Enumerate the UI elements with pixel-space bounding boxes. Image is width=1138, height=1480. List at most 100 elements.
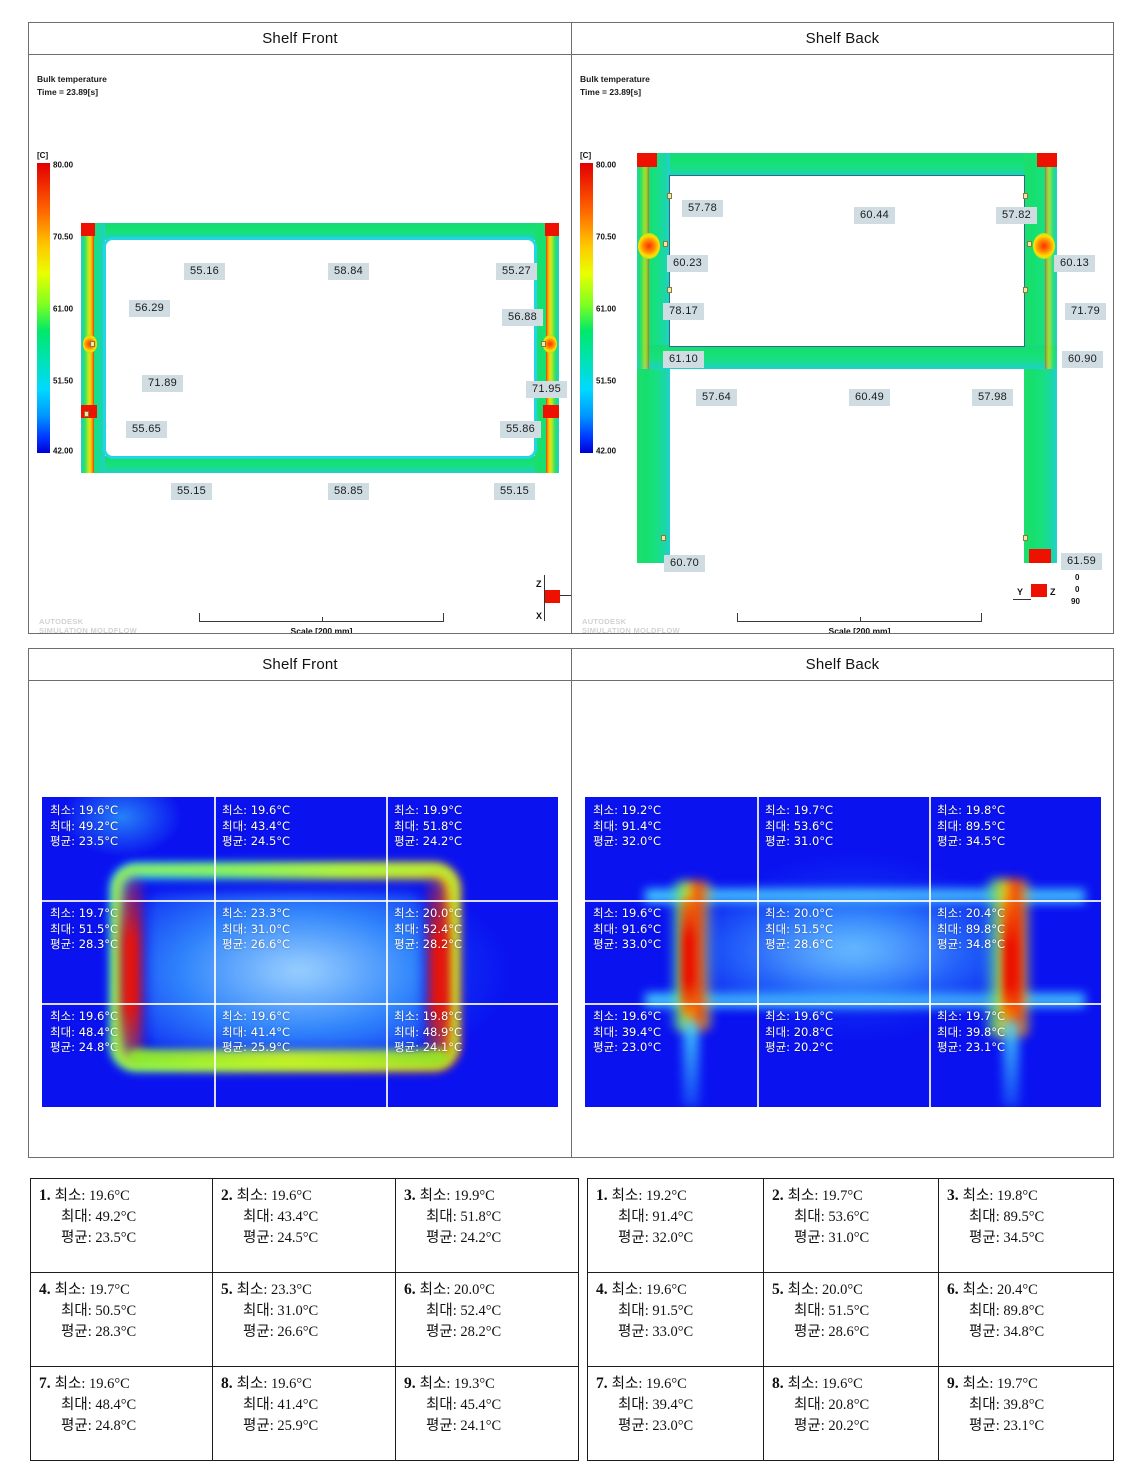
ir-label-max: 최대 (394, 921, 416, 936)
ir-value-min: 19.7°C (793, 803, 834, 817)
cell-label-max: 최대 (61, 1397, 88, 1413)
colorbar-tick-0: 80.00 (53, 160, 74, 170)
cell-label-avg: 평균 (243, 1418, 270, 1434)
probe-marker (90, 341, 95, 347)
cell-label-min: 최소 (611, 1282, 639, 1298)
ir-panel-title-back: Shelf Back (571, 649, 1113, 680)
cell-value-min: 19.6°C (270, 1376, 312, 1392)
cell-index: 6. (404, 1281, 416, 1298)
cell-value-avg: 24.5°C (277, 1230, 319, 1246)
cell-value-min: 19.9°C (453, 1188, 495, 1204)
cell-label-min: 최소 (419, 1282, 447, 1298)
cae-colorbar-back: [C] 80.00 70.50 61.00 51.50 42.00 (578, 151, 636, 456)
cell-label-min: 최소 (54, 1282, 82, 1298)
cell-value-min: 19.8°C (996, 1188, 1038, 1204)
ir-label-avg: 평균 (937, 834, 959, 848)
ir-value-min: 19.8°C (422, 1009, 463, 1023)
cell-label-max: 최대 (794, 1209, 821, 1225)
cell-value-max: 53.6°C (828, 1209, 870, 1225)
probe-marker (84, 411, 89, 417)
table-cell: 9. 최소: 19.7°C 최대: 39.8°C 평균: 23.1°C (938, 1366, 1114, 1461)
ir-value-max: 49.2°C (78, 818, 119, 833)
ir-value-min: 19.6°C (621, 906, 662, 920)
table-row: 7. 최소: 19.6°C 최대: 48.4°C 평균: 24.8°C 8. 최소:… (30, 1366, 579, 1461)
cell-label-avg: 평균 (794, 1230, 821, 1246)
ir-label-avg: 평균 (765, 834, 787, 848)
probe-label-left-upper: 60.23 (667, 255, 709, 272)
ir-value-min: 19.6°C (78, 1009, 119, 1023)
ir-label-min: 최소 (50, 906, 72, 920)
ir-label-min: 최소 (222, 1009, 244, 1023)
ir-label-avg: 평균 (394, 834, 416, 848)
cell-value-max: 39.8°C (1003, 1397, 1045, 1413)
ir-cell-1: 최소: 19.2°C 최대: 91.4°C 평균: 32.0°C (593, 803, 662, 848)
cell-label-max: 최대 (969, 1303, 996, 1319)
ir-cell-6: 최소: 20.4°C 최대: 89.8°C 평균: 34.8°C (937, 906, 1006, 951)
ir-value-max: 39.8°C (965, 1024, 1006, 1039)
cell-label-max: 최대 (618, 1209, 645, 1225)
ir-value-max: 41.4°C (250, 1024, 291, 1039)
ir-value-avg: 32.0°C (621, 834, 662, 848)
cell-index: 5. (772, 1281, 784, 1298)
cell-index: 7. (39, 1375, 51, 1392)
ir-value-max: 31.0°C (250, 921, 291, 936)
ir-value-min: 20.0°C (422, 906, 463, 920)
ir-value-max: 48.9°C (422, 1024, 463, 1039)
cae-caption-line2: Time = 23.89[s] (580, 87, 642, 97)
ir-value-min: 19.6°C (250, 803, 291, 817)
ir-label-min: 최소 (394, 1009, 416, 1023)
probe-marker (1023, 535, 1028, 541)
probe-label-leg-left: 60.70 (664, 555, 706, 572)
table-cell: 4. 최소: 19.6°C 최대: 91.5°C 평균: 33.0°C (587, 1272, 764, 1367)
orientation-triad-front: Z X Y 180 180 90 (534, 575, 571, 630)
cell-label-min: 최소 (54, 1188, 82, 1204)
table-cell: 2. 최소: 19.7°C 최대: 53.6°C 평균: 31.0°C (763, 1178, 939, 1273)
cell-label-max: 최대 (243, 1303, 270, 1319)
table-cell: 8. 최소: 19.6°C 최대: 20.8°C 평균: 20.2°C (763, 1366, 939, 1461)
cell-value-max: 91.4°C (652, 1209, 694, 1225)
ir-value-avg: 25.9°C (250, 1040, 291, 1054)
cell-value-min: 19.6°C (645, 1376, 687, 1392)
ir-label-avg: 평균 (222, 834, 244, 848)
cell-label-max: 최대 (243, 1209, 270, 1225)
cell-value-avg: 32.0°C (652, 1230, 694, 1246)
moldflow-watermark: AUTODESK SIMULATION MOLDFLOW INSIGHT (39, 617, 138, 633)
ir-pane-shelf-front: 최소: 19.6°C 최대: 49.2°C 평균: 23.5°C 최소: 19.… (29, 681, 571, 1157)
ir-label-min: 최소 (593, 803, 615, 817)
ir-label-avg: 평균 (50, 834, 72, 848)
probe-marker (1027, 241, 1032, 247)
cell-label-max: 최대 (618, 1303, 645, 1319)
ir-label-max: 최대 (937, 921, 959, 936)
colorbar-unit-label: [C] (37, 151, 49, 160)
cell-value-avg: 26.6°C (277, 1324, 319, 1340)
ir-cell-2: 최소: 19.6°C 최대: 43.4°C 평균: 24.5°C (222, 803, 291, 848)
ir-cell-4: 최소: 19.7°C 최대: 51.5°C 평균: 28.3°C (50, 906, 119, 951)
ir-value-avg: 23.1°C (965, 1040, 1006, 1054)
cell-value-avg: 23.1°C (1003, 1418, 1045, 1434)
cell-index: 3. (404, 1187, 416, 1204)
cell-label-max: 최대 (243, 1397, 270, 1413)
cell-index: 6. (947, 1281, 959, 1298)
probe-label-bot-left: 55.15 (171, 483, 213, 500)
cell-label-avg: 평균 (969, 1230, 996, 1246)
cell-label-min: 최소 (419, 1188, 447, 1204)
ir-label-avg: 평균 (937, 937, 959, 951)
ir-cell-6: 최소: 20.0°C 최대: 52.4°C 평균: 28.2°C (394, 906, 463, 951)
scale-bar-back: Scale [200 mm] (737, 613, 982, 633)
cell-value-max: 45.4°C (460, 1397, 502, 1413)
cell-label-min: 최소 (787, 1376, 815, 1392)
cell-index: 3. (947, 1187, 959, 1204)
table-cell: 3. 최소: 19.9°C 최대: 51.8°C 평균: 24.2°C (395, 1178, 579, 1273)
cae-panel-title-back: Shelf Back (571, 23, 1113, 54)
ir-value-avg: 24.5°C (250, 834, 291, 848)
triad-cube-icon (1031, 584, 1047, 597)
cell-label-min: 최소 (962, 1282, 990, 1298)
cell-label-avg: 평균 (794, 1418, 821, 1434)
probe-label-left-upper: 56.29 (129, 300, 171, 317)
cae-caption-back: Bulk temperature Time = 23.89[s] (580, 73, 650, 99)
cae-caption-line2: Time = 23.89[s] (37, 87, 99, 97)
cell-index: 2. (221, 1187, 233, 1204)
summary-tables: 1. 최소: 19.6°C 최대: 49.2°C 평균: 23.5°C 2. 최소:… (30, 1178, 1114, 1461)
table-cell: 1. 최소: 19.6°C 최대: 49.2°C 평균: 23.5°C (30, 1178, 213, 1273)
cell-value-min: 19.6°C (821, 1376, 863, 1392)
